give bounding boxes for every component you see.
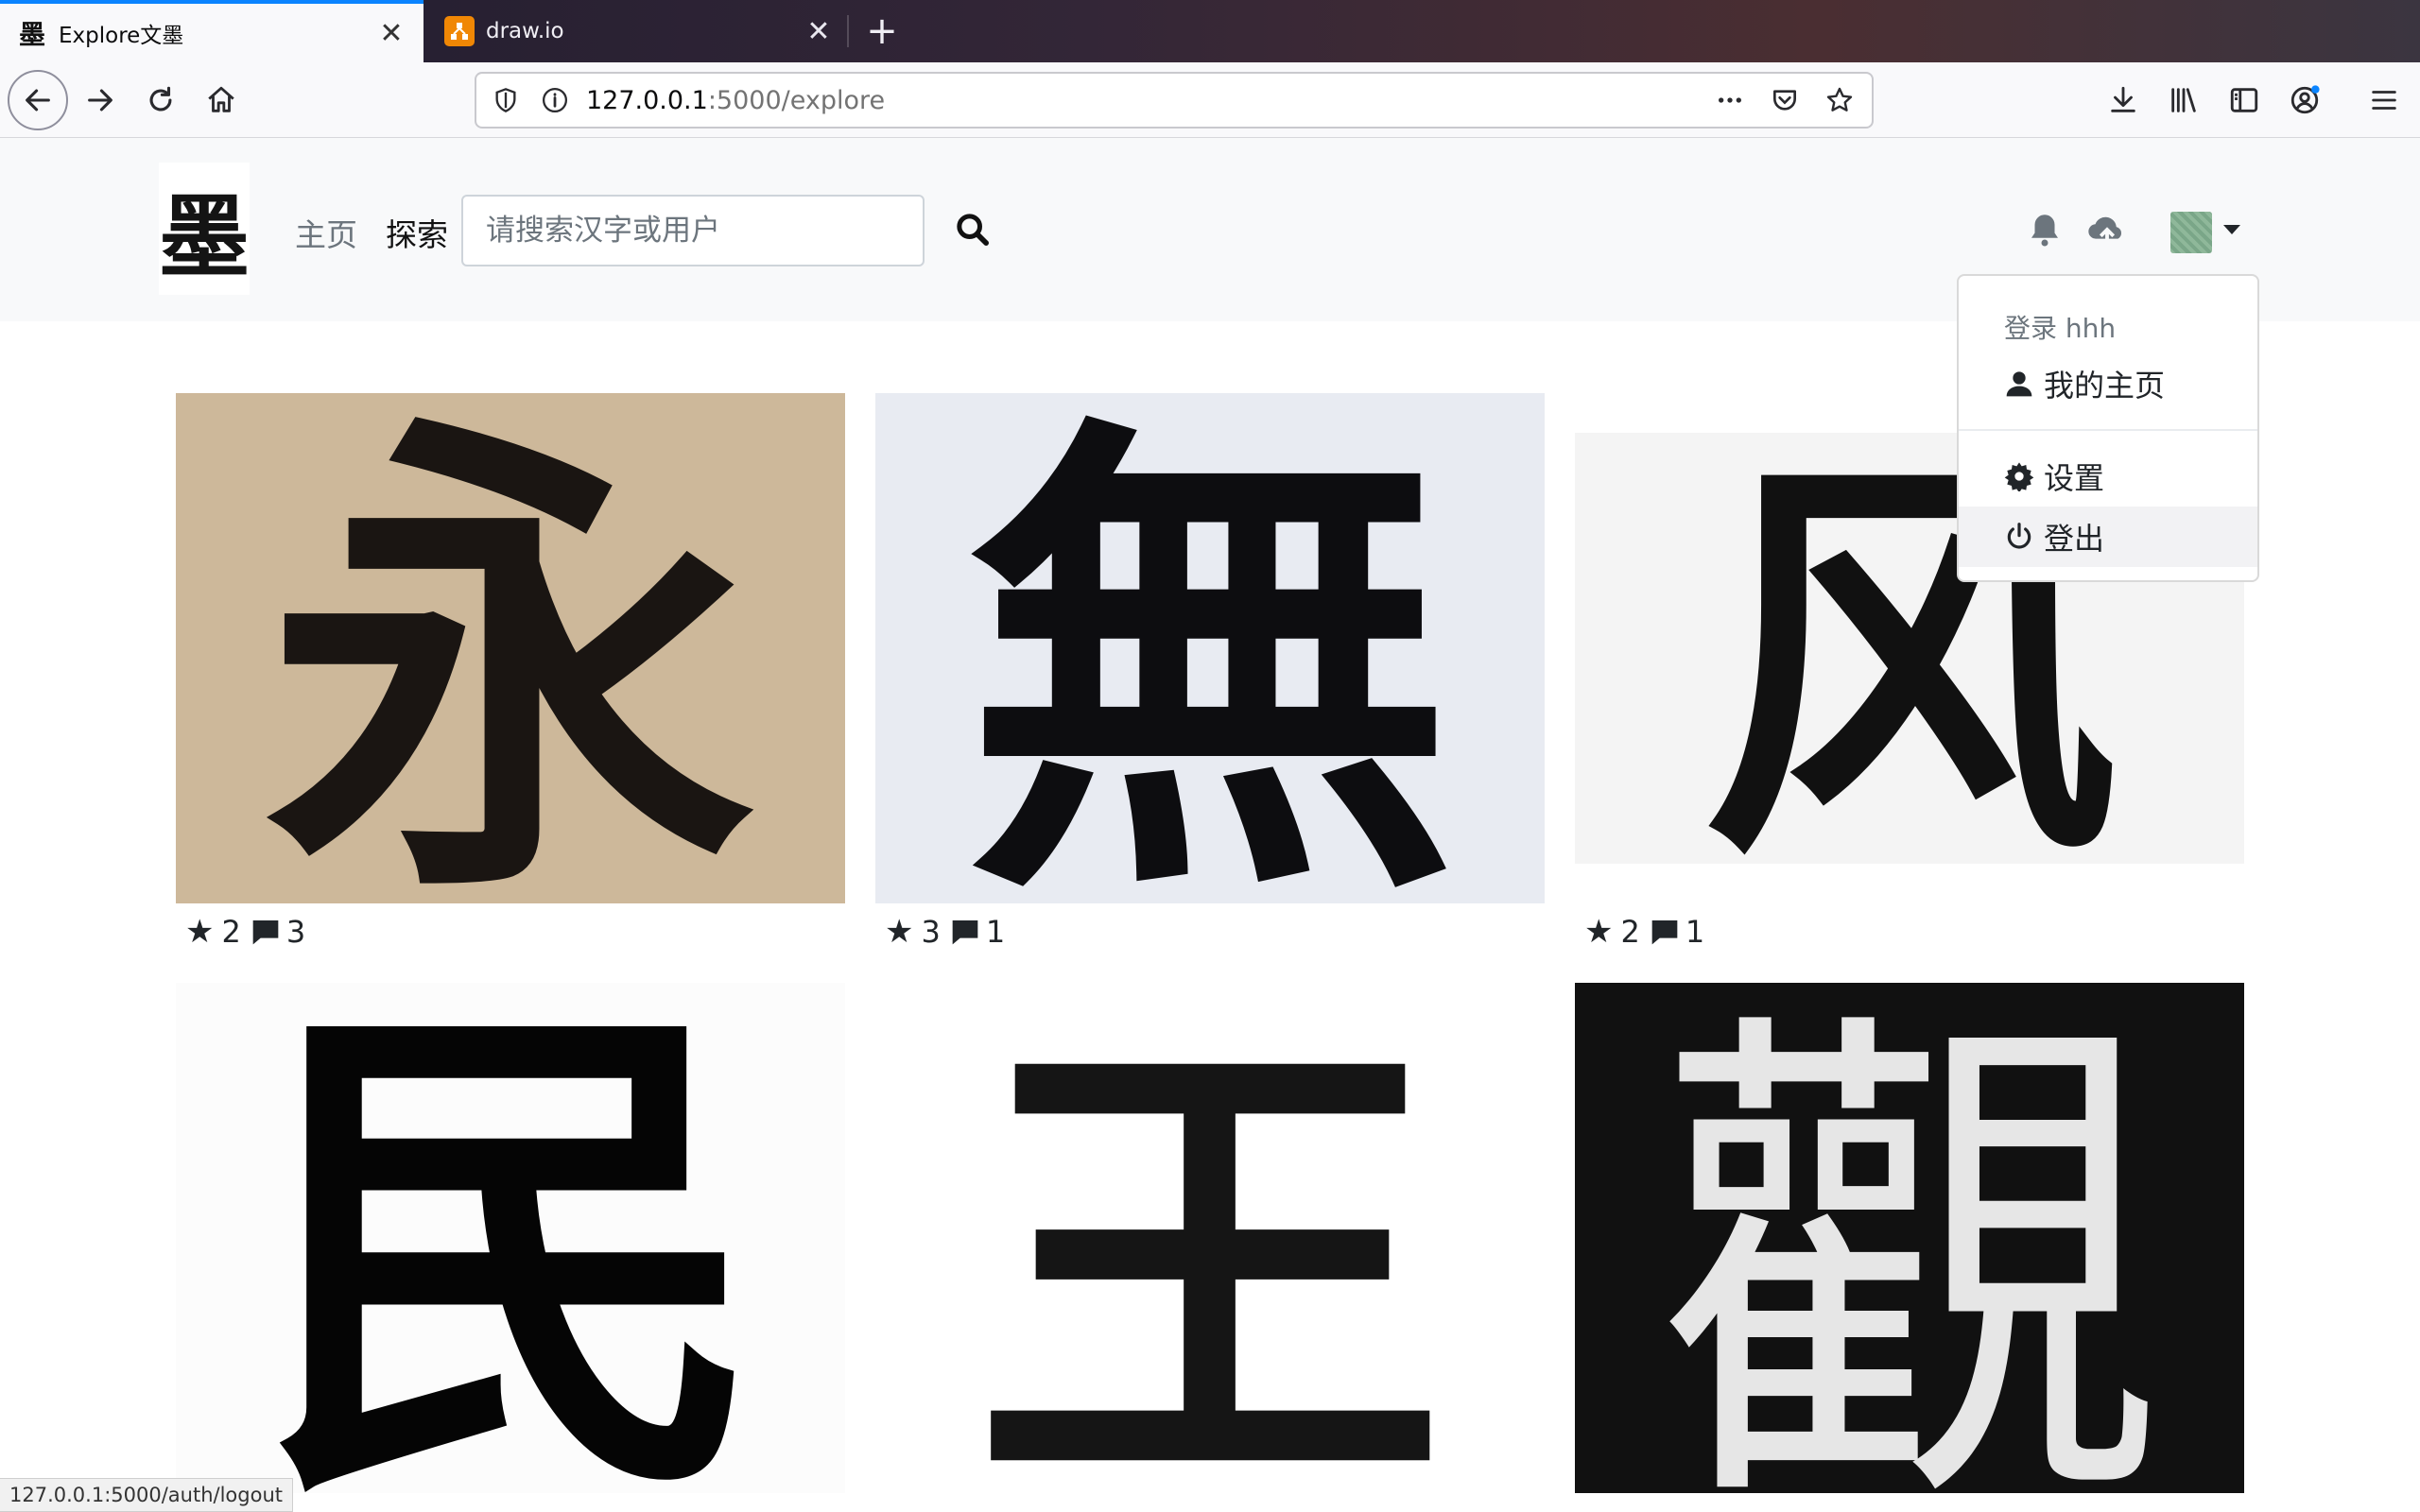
logo-text: 墨 (159, 182, 250, 290)
power-icon (2007, 523, 2031, 549)
url-bar[interactable]: 127.0.0.1:5000/explore (475, 72, 1874, 129)
page-actions-icon[interactable] (1713, 83, 1747, 117)
forward-button[interactable] (74, 74, 127, 127)
hamburger-menu-icon[interactable] (2358, 74, 2411, 127)
character-glyph: 無 (964, 393, 1456, 903)
url-text[interactable]: 127.0.0.1:5000/explore (586, 86, 1713, 115)
comment-icon[interactable] (950, 917, 980, 947)
pocket-icon[interactable] (1768, 83, 1802, 117)
status-bar-url: 127.0.0.1:5000/auth/logout (0, 1478, 293, 1512)
menu-item-logout[interactable]: 登出 (1959, 507, 2257, 567)
menu-item-settings[interactable]: 设置 (1959, 446, 2257, 507)
character-image[interactable]: 觀 (1575, 983, 2244, 1493)
character-glyph: 觀 (1654, 983, 2165, 1493)
reload-button[interactable] (134, 74, 187, 127)
post-stats: ★ 2 3 (185, 913, 305, 951)
tab-strip: 墨 Explore文墨 ✕ draw.io ✕ + (0, 0, 2420, 62)
drawio-icon (444, 16, 475, 46)
character-image[interactable]: 王 (875, 983, 1545, 1493)
site-logo[interactable]: 墨 (159, 163, 250, 295)
user-dropdown-menu: 登录 hhh 我的主页 设置 登出 (1957, 274, 2259, 582)
site-info-icon[interactable] (539, 84, 571, 116)
url-host: 127.0.0.1 (586, 85, 708, 115)
tab-drawio[interactable]: draw.io ✕ (427, 0, 851, 62)
tab-title: Explore文墨 (59, 24, 184, 48)
close-tab-icon[interactable]: ✕ (372, 14, 410, 52)
character-glyph: 王 (974, 993, 1446, 1493)
dropdown-divider (1959, 429, 2257, 431)
site-favicon-icon: 墨 (18, 19, 45, 50)
nav-link-home[interactable]: 主页 (295, 210, 357, 255)
dropdown-header: 登录 hhh (2004, 313, 2117, 344)
star-icon[interactable]: ★ (185, 913, 214, 951)
menu-item-label: 登出 (2044, 521, 2105, 557)
downloads-icon[interactable] (2097, 74, 2150, 127)
character-image[interactable]: 無 (875, 393, 1545, 903)
character-glyph: 民 (255, 983, 766, 1493)
sidebar-toggle-icon[interactable] (2218, 74, 2271, 127)
menu-item-label: 设置 (2044, 460, 2105, 496)
star-icon[interactable]: ★ (885, 913, 913, 951)
menu-item-label: 我的主页 (2044, 368, 2166, 404)
comment-count: 3 (285, 914, 306, 950)
user-icon (2006, 371, 2032, 397)
comment-icon[interactable] (251, 917, 281, 947)
tab-explore[interactable]: 墨 Explore文墨 ✕ (0, 0, 424, 62)
cloud-upload-icon[interactable] (2085, 208, 2129, 251)
library-icon[interactable] (2157, 74, 2210, 127)
post-stats: ★ 2 1 (1584, 913, 1704, 951)
bell-icon[interactable] (2025, 210, 2065, 249)
character-image[interactable]: 永 (176, 393, 845, 903)
tab-title: draw.io (486, 19, 564, 43)
bookmark-star-icon[interactable] (1823, 83, 1857, 117)
star-count: 2 (1620, 914, 1640, 950)
character-glyph: 永 (265, 393, 756, 903)
close-tab-icon[interactable]: ✕ (800, 12, 838, 50)
navigation-toolbar: 127.0.0.1:5000/explore (0, 62, 2420, 138)
star-icon[interactable]: ★ (1584, 913, 1613, 951)
nav-link-explore[interactable]: 探索 (386, 210, 448, 255)
chevron-down-icon[interactable] (2223, 225, 2240, 234)
comment-count: 1 (1685, 914, 1705, 950)
search-icon[interactable] (949, 206, 996, 253)
menu-item-profile[interactable]: 我的主页 (1959, 353, 2257, 414)
character-image[interactable]: 民 (176, 983, 845, 1493)
tracking-shield-icon[interactable] (490, 84, 522, 116)
post-stats: ★ 3 1 (885, 913, 1005, 951)
home-button[interactable] (195, 74, 248, 127)
new-tab-button[interactable]: + (860, 9, 904, 53)
gear-icon (2004, 462, 2034, 491)
star-count: 3 (921, 914, 941, 950)
star-count: 2 (221, 914, 241, 950)
url-path: :5000/explore (707, 85, 886, 115)
search-input[interactable] (461, 195, 925, 266)
account-icon[interactable] (2278, 74, 2331, 127)
avatar[interactable] (2170, 212, 2212, 253)
back-button[interactable] (8, 70, 68, 130)
comment-count: 1 (985, 914, 1006, 950)
comment-icon[interactable] (1650, 917, 1680, 947)
